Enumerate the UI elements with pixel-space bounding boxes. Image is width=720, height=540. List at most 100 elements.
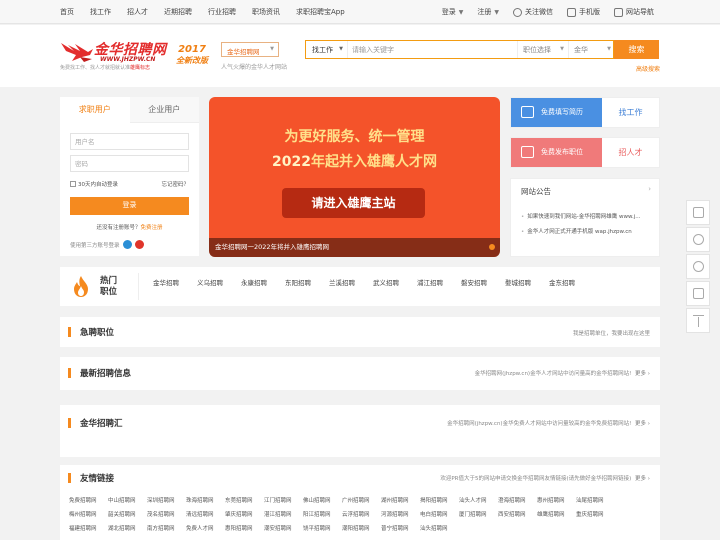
friend-link[interactable]: 湖北招聘网	[108, 524, 147, 538]
friend-link[interactable]: 肇庆招聘网	[225, 510, 264, 524]
find-job-button[interactable]: 找工作	[602, 98, 659, 127]
nav-home[interactable]: 首页	[60, 7, 74, 17]
friend-link[interactable]: 潮阳招聘网	[342, 524, 381, 538]
nav-find-job[interactable]: 找工作	[90, 7, 111, 17]
friend-link[interactable]: 东莞招聘网	[225, 496, 264, 510]
forgot-password-link[interactable]: 忘记密码？	[161, 180, 189, 188]
friend-link[interactable]: 江门招聘网	[264, 496, 303, 510]
wechat-link[interactable]: 关注微信	[513, 7, 553, 17]
back-to-top-button[interactable]	[686, 308, 710, 333]
friend-link[interactable]: 惠州招聘网	[537, 496, 576, 510]
friend-link[interactable]: 湛江招聘网	[264, 510, 303, 524]
login-link[interactable]: 登录 ▼	[442, 7, 464, 17]
area-select[interactable]: 金华 ▼	[568, 41, 615, 58]
search-button[interactable]: 搜索	[614, 40, 659, 59]
friend-link[interactable]: 免费人才网	[186, 524, 225, 538]
hot-job-link[interactable]: 浦江招聘	[417, 277, 443, 287]
friend-link[interactable]: 潮安招聘网	[264, 524, 303, 538]
notice-more-link[interactable]: ›	[648, 185, 651, 193]
nav-career-news[interactable]: 职场资讯	[252, 7, 280, 17]
carousel-dot[interactable]	[489, 244, 495, 250]
friend-link[interactable]: 深圳招聘网	[147, 496, 186, 510]
urgent-jobs-note[interactable]: 我是招聘单位，我要出现在这里	[573, 329, 650, 337]
search-input[interactable]	[352, 44, 512, 55]
hot-job-link[interactable]: 磐安招聘	[461, 277, 487, 287]
friend-link[interactable]: 茂名招聘网	[147, 510, 186, 524]
friend-links-more-link[interactable]: 更多 ›	[635, 476, 650, 482]
auto-login-checkbox[interactable]: 30天内自动登录	[70, 180, 118, 188]
friend-link[interactable]: 河源招聘网	[381, 510, 420, 524]
float-phone-button[interactable]	[686, 227, 710, 252]
resume-quick-card[interactable]: 免费填写简历 找工作	[510, 97, 660, 128]
position-select[interactable]: 职位选择 ▼	[517, 41, 568, 58]
hero-banner[interactable]: 为更好服务、统一管理 2022年起并入雄鹰人才网 请进入雄鹰主站 金华招聘网一2…	[209, 97, 500, 257]
site-switch-select[interactable]: 金华招聘网 ▼	[221, 42, 279, 57]
latest-jobs-more-link[interactable]: 更多 ›	[635, 371, 650, 377]
banner-cta-button[interactable]: 请进入雄鹰主站	[282, 188, 425, 218]
friend-link[interactable]: 澄海招聘网	[498, 496, 537, 510]
find-talent-button[interactable]: 招人才	[602, 138, 659, 167]
notice-item[interactable]: 金华人才网正式开通手机版 wap.jhzpw.cn	[521, 227, 653, 235]
banner-line-2: 2022年起并入雄鹰人才网	[209, 151, 500, 171]
friend-link[interactable]: 云浮招聘网	[342, 510, 381, 524]
friend-link[interactable]: 清远招聘网	[186, 510, 225, 524]
friend-link[interactable]: 阳江招聘网	[303, 510, 342, 524]
friend-link[interactable]: 厦门招聘网	[459, 510, 498, 524]
password-field[interactable]	[70, 155, 189, 172]
friend-link[interactable]: 揭阳招聘网	[420, 496, 459, 510]
friend-link[interactable]: 南方招聘网	[147, 524, 186, 538]
friend-link[interactable]: 佛山招聘网	[303, 496, 342, 510]
friend-link[interactable]: 汕头招聘网	[420, 524, 459, 538]
nav-app[interactable]: 求职招聘宝App	[296, 7, 345, 17]
float-qrcode-button[interactable]	[686, 200, 710, 225]
friend-link[interactable]: 重庆招聘网	[576, 510, 615, 524]
friend-link[interactable]: 福建招聘网	[69, 524, 108, 538]
job-quick-left[interactable]: 免费发布职位	[511, 138, 602, 167]
friend-link[interactable]: 普宁招聘网	[381, 524, 420, 538]
friend-link[interactable]: 梅州招聘网	[69, 510, 108, 524]
username-field[interactable]	[70, 133, 189, 150]
friend-link[interactable]: 广州招聘网	[342, 496, 381, 510]
login-button[interactable]: 登录	[70, 197, 189, 215]
friend-link[interactable]: 汕头人才网	[459, 496, 498, 510]
hot-job-link[interactable]: 金东招聘	[549, 277, 575, 287]
mobile-link[interactable]: 手机版	[567, 7, 600, 17]
hot-job-link[interactable]: 永康招聘	[241, 277, 267, 287]
friend-link[interactable]: 珠海招聘网	[186, 496, 225, 510]
friend-link[interactable]: 汕尾招聘网	[576, 496, 615, 510]
register-link[interactable]: 注册 ▼	[477, 7, 499, 17]
job-quick-card[interactable]: 免费发布职位 招人才	[510, 137, 660, 168]
hot-job-link[interactable]: 东阳招聘	[285, 277, 311, 287]
site-nav-link[interactable]: 网站导航	[614, 7, 654, 17]
tab-job-seeker[interactable]: 求职用户	[60, 97, 130, 123]
weibo-icon[interactable]	[134, 240, 144, 249]
hot-job-link[interactable]: 武义招聘	[373, 277, 399, 287]
float-qq-button[interactable]	[686, 254, 710, 279]
friend-link[interactable]: 韶关招聘网	[108, 510, 147, 524]
register-now-link[interactable]: 免费注册	[141, 225, 163, 231]
tab-company[interactable]: 企业用户	[129, 97, 199, 123]
site-logo[interactable]: 金华招聘网 WWW.JHZPW.CN 免费找工作、找人才就招就认准雄鹰标志	[60, 39, 168, 77]
friend-link[interactable]: 饶平招聘网	[303, 524, 342, 538]
hot-job-link[interactable]: 婺城招聘	[505, 277, 531, 287]
resume-quick-left[interactable]: 免费填写简历	[511, 98, 602, 127]
friend-link[interactable]: 中山招聘网	[108, 496, 147, 510]
qq-icon[interactable]	[122, 240, 132, 249]
friend-link[interactable]: 湖州招聘网	[381, 496, 420, 510]
advanced-search-link[interactable]: 高级搜索	[636, 64, 660, 73]
friend-link[interactable]: 惠阳招聘网	[225, 524, 264, 538]
friend-link[interactable]: 西安招聘网	[498, 510, 537, 524]
job-hub-more-link[interactable]: 更多 ›	[635, 421, 650, 427]
friend-link[interactable]: 雄鹰招聘网	[537, 510, 576, 524]
hot-job-link[interactable]: 金华招聘	[153, 277, 179, 287]
friend-link[interactable]: 免费招聘网	[69, 496, 108, 510]
float-feedback-button[interactable]	[686, 281, 710, 306]
notice-item[interactable]: 如果快速到我们网站-金华招聘网雄鹰 www.j...	[521, 212, 653, 220]
nav-find-talent[interactable]: 招人才	[127, 7, 148, 17]
search-type-select[interactable]: 找工作 ▼	[306, 41, 348, 58]
nav-recent-jobs[interactable]: 近期招聘	[164, 7, 192, 17]
friend-link[interactable]: 电白招聘网	[420, 510, 459, 524]
hot-job-link[interactable]: 兰溪招聘	[329, 277, 355, 287]
hot-job-link[interactable]: 义乌招聘	[197, 277, 223, 287]
nav-industry-jobs[interactable]: 行业招聘	[208, 7, 236, 17]
